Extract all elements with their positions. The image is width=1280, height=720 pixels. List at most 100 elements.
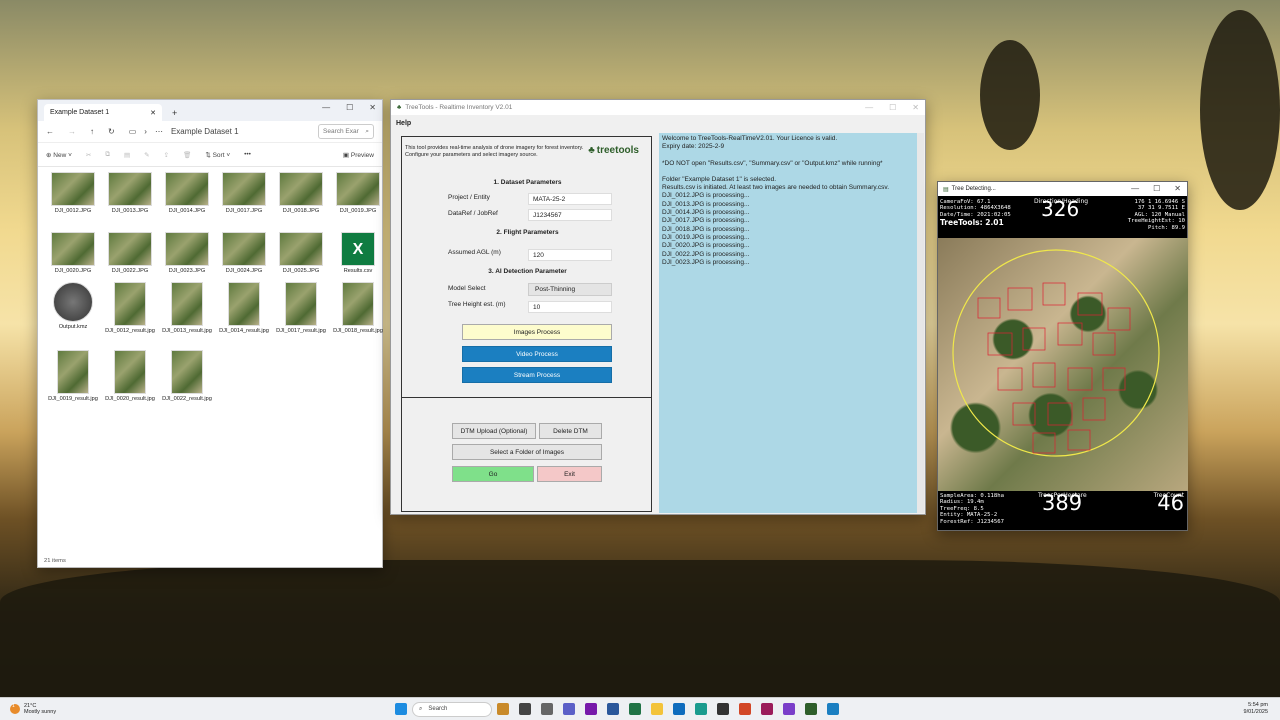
taskbar-search[interactable]: ⌕ Search: [412, 701, 492, 717]
treetools-taskbar-icon[interactable]: [805, 703, 817, 715]
excel-icon[interactable]: [629, 703, 641, 715]
minimize-icon[interactable]: —: [1131, 184, 1139, 193]
close-tab-icon[interactable]: ✕: [150, 109, 156, 117]
model-select[interactable]: Post-Thinning: [528, 283, 612, 296]
address-bar[interactable]: ▭ › ⋯ Example Dataset 1: [129, 127, 304, 136]
exit-button[interactable]: Exit: [537, 466, 602, 482]
forward-icon[interactable]: →: [68, 127, 76, 136]
close-icon[interactable]: ✕: [1174, 184, 1181, 193]
file-item[interactable]: DJI_0024.JPG: [217, 232, 271, 275]
dataref-input[interactable]: J1234567: [528, 209, 612, 221]
video-process-button[interactable]: Video Process: [462, 346, 612, 362]
file-item[interactable]: DJI_0019.JPG: [331, 172, 385, 215]
share-icon[interactable]: ⇪: [164, 151, 169, 159]
copy-icon[interactable]: ⧉: [105, 151, 110, 159]
file-item[interactable]: DJI_0014.JPG: [160, 172, 214, 215]
delete-icon[interactable]: 🗑: [183, 151, 191, 159]
file-item[interactable]: DJI_0020.JPG: [46, 232, 100, 275]
select-folder-button[interactable]: Select a Folder of Images: [452, 444, 602, 460]
file-item[interactable]: DJI_0023.JPG: [160, 232, 214, 275]
go-button[interactable]: Go: [452, 466, 534, 482]
file-item[interactable]: DJI_0014_result.jpg: [217, 282, 271, 335]
task-view-icon[interactable]: [519, 703, 531, 715]
file-item[interactable]: DJI_0022_result.jpg: [160, 350, 214, 403]
file-explorer-icon[interactable]: [651, 703, 663, 715]
image-thumbnail: [279, 232, 323, 266]
onenote-icon[interactable]: [585, 703, 597, 715]
minimize-icon[interactable]: —: [865, 103, 873, 112]
more-options-icon[interactable]: •••: [244, 151, 251, 158]
preview-button[interactable]: ▣ Preview: [343, 151, 374, 159]
file-item[interactable]: DJI_0012_result.jpg: [103, 282, 157, 335]
minimize-icon[interactable]: —: [322, 103, 330, 112]
maximize-icon[interactable]: ☐: [1153, 184, 1160, 193]
more-path-icon[interactable]: ⋯: [155, 127, 163, 136]
file-item[interactable]: DJI_0025.JPG: [274, 232, 328, 275]
camera-app-icon[interactable]: [541, 703, 553, 715]
refresh-icon[interactable]: ↻: [108, 127, 115, 136]
image-thumbnail: [51, 232, 95, 266]
sort-button[interactable]: ⇅ Sort ˅: [205, 151, 230, 159]
file-item[interactable]: DJI_0020_result.jpg: [103, 350, 157, 403]
image-thumbnail: [171, 350, 203, 394]
close-icon[interactable]: ✕: [369, 103, 376, 112]
tree-detecting-window[interactable]: ▤ Tree Detecting... — ☐ ✕ CameraFoV: 67.…: [937, 181, 1188, 531]
monitor-icon: ▭: [128, 127, 137, 136]
log-scrollbar[interactable]: [917, 133, 924, 513]
clock[interactable]: 5:54 pm 9/01/2025: [1244, 702, 1268, 716]
app-icon[interactable]: [717, 703, 729, 715]
powerpoint-icon[interactable]: [739, 703, 751, 715]
project-input[interactable]: MATA-25-2: [528, 193, 612, 205]
file-item[interactable]: DJI_0013_result.jpg: [160, 282, 214, 335]
widgets-icon[interactable]: [497, 703, 509, 715]
file-explorer-window[interactable]: Example Dataset 1 ✕ + — ☐ ✕ ← → ↑ ↻ ▭ › …: [37, 99, 383, 568]
close-icon[interactable]: ✕: [912, 103, 919, 112]
outlook-icon[interactable]: [673, 703, 685, 715]
maximize-icon[interactable]: ☐: [346, 103, 353, 112]
height-input[interactable]: 10: [528, 301, 612, 313]
dtm-upload-button[interactable]: DTM Upload (Optional): [452, 423, 536, 439]
explorer-nav-bar: ← → ↑ ↻ ▭ › ⋯ Example Dataset 1 Search E…: [38, 121, 382, 143]
edge-icon[interactable]: [695, 703, 707, 715]
stream-process-button[interactable]: Stream Process: [462, 367, 612, 383]
word-icon[interactable]: [607, 703, 619, 715]
file-item[interactable]: DJI_0018_result.jpg: [331, 282, 385, 335]
rename-icon[interactable]: ✎: [144, 151, 149, 159]
file-name: DJI_0014_result.jpg: [219, 328, 269, 334]
start-icon[interactable]: [395, 703, 407, 715]
up-icon[interactable]: ↑: [90, 127, 94, 136]
agl-input[interactable]: 120: [528, 249, 612, 261]
file-item[interactable]: DJI_0019_result.jpg: [46, 350, 100, 403]
cut-icon[interactable]: ✂: [86, 151, 91, 159]
delete-dtm-button[interactable]: Delete DTM: [539, 423, 602, 439]
media-icon[interactable]: [761, 703, 773, 715]
explorer-tab[interactable]: Example Dataset 1 ✕: [44, 104, 162, 121]
file-name: Output.kmz: [58, 324, 88, 330]
file-item[interactable]: DJI_0017_result.jpg: [274, 282, 328, 335]
app-icon[interactable]: [827, 703, 839, 715]
file-item[interactable]: Output.kmz: [46, 282, 100, 331]
file-item[interactable]: X Results.csv: [331, 232, 385, 275]
search-icon: ⌕: [419, 705, 423, 712]
control-panel: This tool provides real-time analysis of…: [401, 136, 652, 512]
app-icon[interactable]: [783, 703, 795, 715]
paste-icon[interactable]: ▤: [124, 151, 130, 159]
file-name: DJI_0019_result.jpg: [48, 396, 98, 402]
file-item[interactable]: DJI_0018.JPG: [274, 172, 328, 215]
file-item[interactable]: DJI_0012.JPG: [46, 172, 100, 215]
weather-widget[interactable]: 1 21°C Mostly sunny: [10, 703, 56, 715]
new-tab-icon[interactable]: +: [172, 108, 177, 118]
search-input[interactable]: Search Exar ⌕: [318, 124, 374, 139]
file-item[interactable]: DJI_0017.JPG: [217, 172, 271, 215]
back-icon[interactable]: ←: [46, 127, 54, 136]
image-thumbnail: [171, 282, 203, 326]
maximize-icon[interactable]: ☐: [889, 103, 896, 112]
file-item[interactable]: DJI_0013.JPG: [103, 172, 157, 215]
file-item[interactable]: DJI_0022.JPG: [103, 232, 157, 275]
images-process-button[interactable]: Images Process: [462, 324, 612, 340]
treetools-window[interactable]: ♣ TreeTools - Realtime Inventory V2.01 —…: [390, 99, 926, 515]
file-name: DJI_0017.JPG: [225, 208, 263, 214]
new-button[interactable]: ⊕ New ˅: [46, 151, 72, 159]
menu-help[interactable]: Help: [396, 120, 411, 127]
teams-icon[interactable]: [563, 703, 575, 715]
